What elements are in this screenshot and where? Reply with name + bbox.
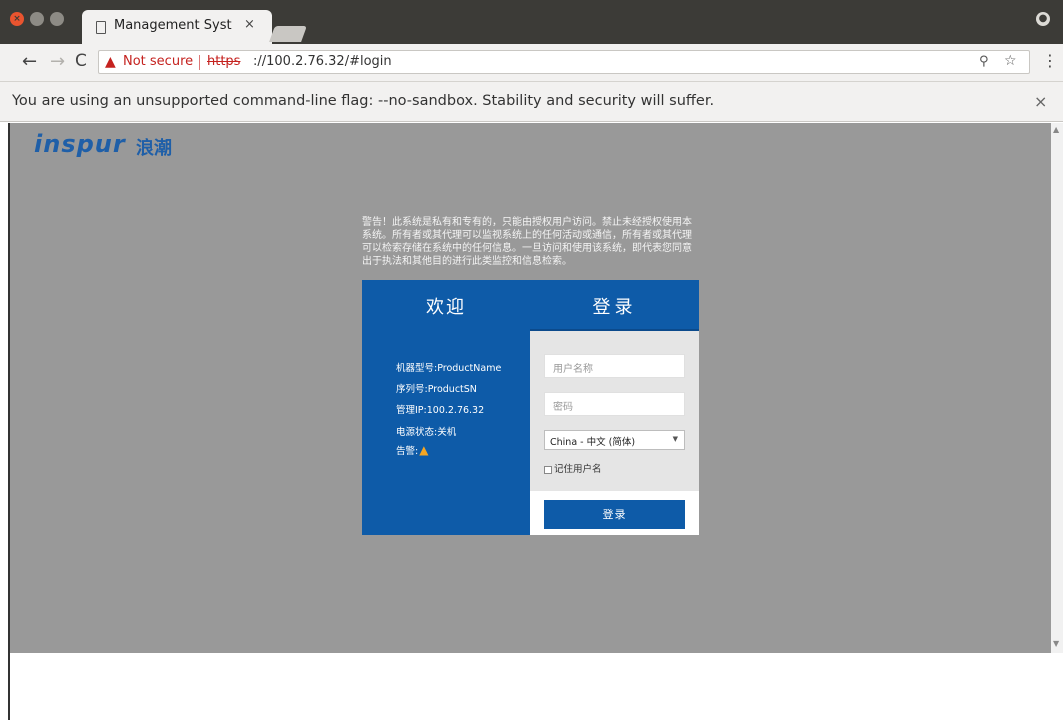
alarm-label: 告警: [396, 446, 419, 457]
inspur-logo: inspur [34, 130, 126, 158]
scroll-up-icon[interactable]: ▲ [1053, 125, 1059, 134]
language-select[interactable]: China - 中文 (简体) ▼ [544, 430, 685, 450]
close-window-icon[interactable]: × [10, 12, 24, 26]
username-input[interactable]: 用户名称 [544, 354, 685, 378]
power-status: 电源状态:关机 [396, 427, 457, 438]
login-box: 欢迎 登录 机器型号:ProductName 序列号:ProductSN 管理I… [362, 280, 699, 535]
welcome-heading: 欢迎 [426, 297, 466, 318]
warning-icon[interactable]: ▲ [105, 54, 116, 70]
minimize-window-icon[interactable] [30, 12, 44, 26]
remember-username[interactable]: 记住用户名 [544, 461, 602, 475]
alarm-status: 告警:▲ [396, 443, 428, 457]
tab-title: Management Syste [114, 18, 232, 33]
new-tab-button[interactable] [269, 26, 307, 42]
language-selected: China - 中文 (简体) [550, 437, 636, 448]
login-button[interactable]: 登录 [544, 500, 685, 529]
address-bar[interactable]: ▲ Not secure https ://100.2.76.32/#login… [98, 50, 1030, 74]
password-input[interactable]: 密码 [544, 392, 685, 416]
product-name: 机器型号:ProductName [396, 363, 502, 374]
separator [199, 55, 200, 70]
back-icon[interactable]: ← [22, 51, 37, 72]
reload-icon[interactable]: C [75, 51, 87, 71]
profile-icon[interactable]: ● [1036, 12, 1050, 26]
tab-close-icon[interactable]: × [244, 17, 255, 32]
page-scrollbar[interactable]: ▲ ▼ [1051, 123, 1063, 653]
url-scheme: https [207, 54, 241, 69]
infobar-close-icon[interactable]: × [1034, 92, 1047, 111]
alarm-warning-icon: ▲ [419, 443, 429, 457]
remember-checkbox[interactable] [544, 465, 552, 474]
forward-icon[interactable]: → [50, 51, 65, 72]
device-info-panel: 机器型号:ProductName 序列号:ProductSN 管理IP:100.… [362, 331, 530, 535]
product-sn: 序列号:ProductSN [396, 384, 477, 395]
login-heading: 登录 [592, 297, 637, 318]
window-titlebar: × Management Syste × ● [0, 0, 1063, 44]
login-box-header: 欢迎 登录 [362, 280, 699, 331]
security-label[interactable]: Not secure [123, 54, 193, 69]
login-button-area: 登录 [530, 491, 699, 535]
management-ip: 管理IP:100.2.76.32 [396, 405, 485, 416]
maximize-window-icon[interactable] [50, 12, 64, 26]
browser-tab[interactable]: Management Syste × [82, 10, 272, 44]
browser-toolbar: ← → C ▲ Not secure https ://100.2.76.32/… [0, 44, 1063, 82]
infobar-message: You are using an unsupported command-lin… [12, 93, 715, 109]
security-warning-text: 警告！此系统是私有和专有的，只能由授权用户访问。禁止未经授权使用本系统。所有者或… [362, 217, 692, 267]
infobar: You are using an unsupported command-lin… [0, 82, 1063, 122]
zoom-icon[interactable]: ⚲ [979, 54, 989, 69]
chevron-down-icon: ▼ [672, 435, 678, 443]
scroll-down-icon[interactable]: ▼ [1053, 639, 1059, 648]
login-form: 用户名称 密码 China - 中文 (简体) ▼ 记住用户名 [530, 331, 699, 491]
url-text: ://100.2.76.32/#login [253, 54, 392, 69]
menu-icon[interactable]: ⋮ [1042, 53, 1058, 69]
inspur-logo-cn: 浪潮 [136, 138, 172, 159]
page-icon [96, 21, 106, 34]
star-icon[interactable]: ☆ [1004, 53, 1017, 69]
remember-label: 记住用户名 [554, 464, 602, 475]
